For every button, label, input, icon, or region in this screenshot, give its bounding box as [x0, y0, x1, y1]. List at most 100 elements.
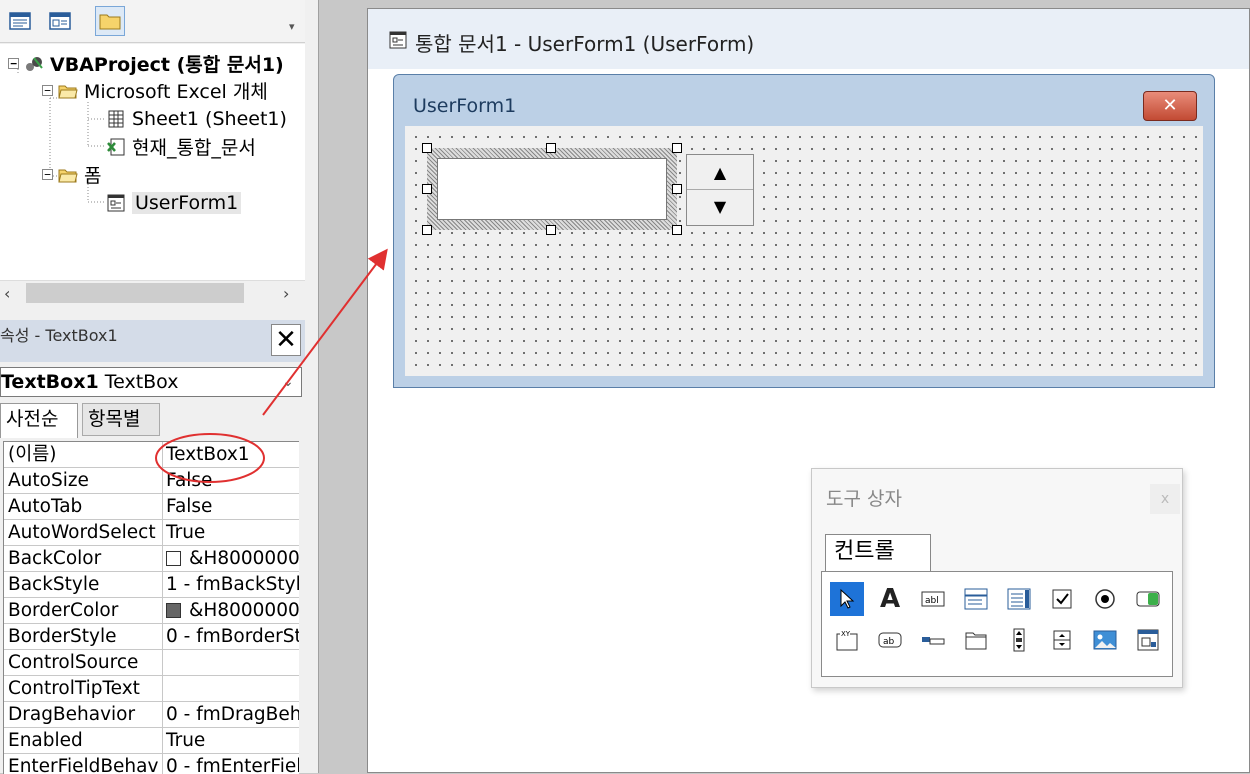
- resize-handle[interactable]: [672, 225, 682, 235]
- commandbutton-icon[interactable]: ab: [873, 623, 907, 657]
- property-value[interactable]: True: [162, 728, 299, 753]
- resize-handle[interactable]: [422, 184, 432, 194]
- toolbar-overflow-icon[interactable]: ▾: [289, 20, 301, 38]
- property-value[interactable]: 0 - fmDragBehaviorDisabled: [162, 702, 299, 727]
- userform-icon: [107, 194, 125, 211]
- collapse-icon[interactable]: −: [8, 58, 19, 69]
- tree-node-excel-objects[interactable]: − Microsoft Excel 개체: [42, 77, 268, 104]
- property-name: DragBehavior: [8, 704, 136, 725]
- property-row[interactable]: (이름) TextBox1: [4, 442, 299, 468]
- chevron-down-icon[interactable]: ⌄: [278, 370, 298, 394]
- color-swatch: [166, 603, 181, 618]
- label-icon[interactable]: A: [873, 582, 907, 616]
- optionbutton-icon[interactable]: [1088, 582, 1122, 616]
- tree-node-userform1[interactable]: UserForm1: [106, 189, 242, 216]
- tree-node-thisworkbook[interactable]: 현재_통합_문서: [106, 133, 256, 160]
- listbox-icon[interactable]: [1002, 582, 1036, 616]
- toolbox-close-button[interactable]: x: [1150, 484, 1180, 514]
- folder-open-icon: [58, 85, 78, 98]
- property-value[interactable]: 0 - fmEnterFieldBehaviorSelectAll: [162, 754, 299, 774]
- folder-icon: [99, 14, 121, 30]
- resize-handle[interactable]: [422, 225, 432, 235]
- scrollbar-icon[interactable]: [1002, 623, 1036, 657]
- view-code-icon: [9, 12, 31, 30]
- property-row[interactable]: BackColor&H80000005&: [4, 546, 299, 572]
- toolbox-title: 도구 상자: [826, 488, 902, 510]
- scrollbar-thumb[interactable]: [26, 283, 244, 303]
- svg-text:XY: XY: [841, 630, 851, 638]
- vba-project-icon: [26, 56, 43, 71]
- property-row[interactable]: BackStyle 1 - fmBackStyleOpaque: [4, 572, 299, 598]
- color-swatch: [166, 551, 181, 566]
- folder-open-icon: [58, 169, 78, 182]
- property-row[interactable]: AutoWordSelect True: [4, 520, 299, 546]
- property-value[interactable]: [162, 676, 299, 701]
- view-code-button[interactable]: [5, 6, 35, 36]
- property-value[interactable]: 0 - fmBorderStyleNone: [162, 624, 299, 649]
- property-value[interactable]: TextBox1: [162, 442, 299, 467]
- property-grid: (이름) TextBox1 AutoSize False AutoTab False …: [3, 441, 299, 774]
- refedit-icon[interactable]: [1131, 623, 1165, 657]
- property-value[interactable]: &H80000006&: [162, 598, 299, 623]
- property-value[interactable]: &H80000005&: [162, 546, 299, 571]
- property-name: BackColor: [8, 548, 102, 569]
- textbox-icon[interactable]: abl: [916, 582, 950, 616]
- property-row[interactable]: BorderColor&H80000006&: [4, 598, 299, 624]
- property-value[interactable]: False: [162, 468, 299, 493]
- frame-icon[interactable]: XY: [830, 623, 864, 657]
- resize-handle[interactable]: [546, 143, 556, 153]
- worksheet-icon: [108, 110, 124, 127]
- svg-text:ab: ab: [883, 637, 895, 647]
- property-row[interactable]: EnterFieldBehavior0 - fmEnterFieldBehavi…: [4, 754, 299, 774]
- property-value[interactable]: True: [162, 520, 299, 545]
- checkbox-icon[interactable]: [1045, 582, 1079, 616]
- multipage-icon[interactable]: [959, 623, 993, 657]
- property-row[interactable]: ControlTipText: [4, 676, 299, 702]
- spin-down-button[interactable]: ▼: [687, 189, 753, 223]
- tree-node-vbaproject[interactable]: − VBAProject (통합 문서1): [8, 50, 284, 77]
- property-name: BorderColor: [8, 600, 119, 621]
- project-explorer-tree: − VBAProject (통합 문서1) − Microsoft Excel …: [0, 44, 305, 280]
- spin-up-button[interactable]: ▲: [687, 155, 753, 190]
- tree-node-forms[interactable]: − 폼: [42, 161, 101, 188]
- tab-alphabetic[interactable]: 사전순: [0, 403, 78, 438]
- textbox1-control[interactable]: [437, 158, 667, 220]
- svg-text:abl: abl: [925, 596, 939, 606]
- resize-handle[interactable]: [672, 184, 682, 194]
- collapse-icon[interactable]: −: [42, 169, 53, 180]
- scroll-right-icon[interactable]: ›: [283, 284, 289, 303]
- property-name: (이름): [8, 444, 57, 465]
- tab-categorized[interactable]: 항목별: [82, 403, 160, 436]
- tabstrip-icon[interactable]: [916, 623, 950, 657]
- property-name: AutoTab: [8, 496, 83, 517]
- property-name: ControlSource: [8, 652, 139, 673]
- property-value[interactable]: 1 - fmBackStyleOpaque: [162, 572, 299, 597]
- properties-close-button[interactable]: ✕: [271, 324, 301, 356]
- property-row[interactable]: BorderStyle 0 - fmBorderStyleNone: [4, 624, 299, 650]
- toggle-folders-button[interactable]: [95, 6, 125, 36]
- property-row[interactable]: AutoTab False: [4, 494, 299, 520]
- select-objects-icon[interactable]: [830, 582, 864, 616]
- scroll-left-icon[interactable]: ‹: [4, 284, 10, 303]
- property-row[interactable]: ControlSource: [4, 650, 299, 676]
- collapse-icon[interactable]: −: [42, 85, 53, 96]
- property-value[interactable]: False: [162, 494, 299, 519]
- togglebutton-icon[interactable]: [1131, 582, 1165, 616]
- property-name: AutoWordSelect: [8, 522, 156, 543]
- object-name: TextBox1: [1, 371, 99, 393]
- tab-controls[interactable]: 컨트롤: [825, 534, 931, 572]
- object-selector[interactable]: TextBox1 TextBox: [0, 367, 302, 397]
- property-value[interactable]: [162, 650, 299, 675]
- spinbutton-icon[interactable]: [1045, 623, 1079, 657]
- property-row[interactable]: Enabled True: [4, 728, 299, 754]
- tree-node-sheet1[interactable]: Sheet1 (Sheet1): [106, 105, 287, 132]
- resize-handle[interactable]: [546, 225, 556, 235]
- combobox-icon[interactable]: [959, 582, 993, 616]
- resize-handle[interactable]: [672, 143, 682, 153]
- resize-handle[interactable]: [422, 143, 432, 153]
- property-row[interactable]: DragBehavior 0 - fmDragBehaviorDisabled: [4, 702, 299, 728]
- image-icon[interactable]: [1088, 623, 1122, 657]
- property-row[interactable]: AutoSize False: [4, 468, 299, 494]
- userform-close-button[interactable]: ✕: [1143, 91, 1197, 121]
- view-object-button[interactable]: [45, 6, 75, 36]
